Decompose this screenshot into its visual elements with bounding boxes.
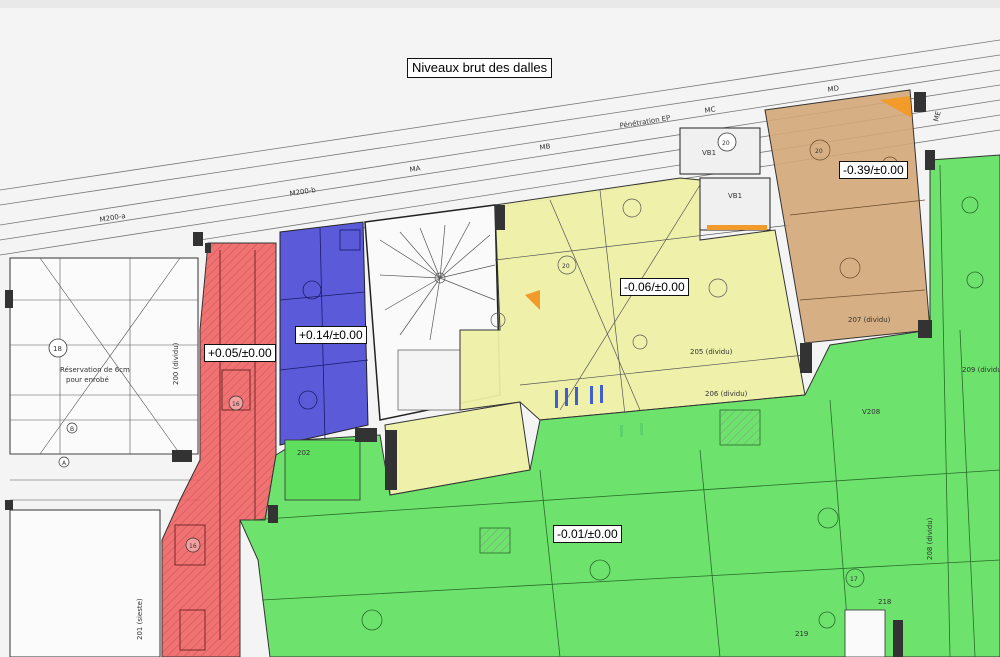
room-218-label: 218	[878, 598, 891, 606]
reservation-label: Réservation de 6cm	[60, 366, 130, 374]
vb1-orange-strip	[707, 225, 767, 230]
window-top-strip	[0, 0, 1000, 8]
room-18-label: 18	[53, 345, 62, 353]
zone-green-level-label: -0.01/±0.00	[553, 525, 622, 543]
zone-blue-level-label: +0.14/±0.00	[295, 326, 367, 344]
room-219-label: 219	[795, 630, 808, 638]
room-209-label: 209 (dividu)	[962, 366, 1000, 374]
axis-ma-label: MA	[409, 164, 421, 174]
axis-mb-label: MB	[539, 142, 551, 152]
red-marker-16b-label: 16	[189, 543, 197, 550]
room-205-label: 205 (dividu)	[690, 348, 733, 356]
green-marker-17-label: 17	[850, 576, 858, 583]
room-206-label: 206 (dividu)	[705, 390, 748, 398]
floor-plan: MA MB MC MD ME M200-b M200-a Pénétration…	[0, 0, 1000, 657]
vb1-marker-a-label: 20	[722, 140, 730, 147]
room-202-label: 202	[297, 449, 310, 457]
brown-marker-20-label: 20	[815, 148, 823, 155]
plan-title: Niveaux brut des dalles	[407, 58, 553, 78]
room-207-label: 207 (dividu)	[848, 316, 891, 324]
yellow-marker-20-label: 20	[562, 263, 570, 270]
room-201-label: 201 (sieste)	[136, 598, 144, 640]
room-208-label: 208 (dividu)	[926, 517, 934, 560]
reservation-label-2: pour enrobé	[66, 376, 109, 384]
axis-mc-label: MC	[704, 105, 716, 115]
v208-label: V208	[862, 408, 880, 416]
grid-b-label: B	[70, 426, 74, 433]
vb1-label-a: VB1	[702, 149, 716, 157]
zone-brown-level-label: -0.39/±0.00	[839, 161, 908, 179]
zone-red-level-label: +0.05/±0.00	[204, 344, 276, 362]
zone-yellow-level-label: -0.06/±0.00	[620, 278, 689, 296]
red-marker-16a-label: 16	[232, 401, 240, 408]
vb1-label-b: VB1	[728, 192, 742, 200]
room-200-label: 200 (dividu)	[172, 342, 180, 385]
